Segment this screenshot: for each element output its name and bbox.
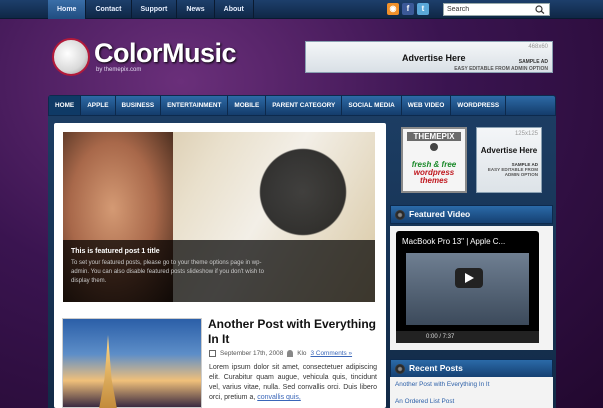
sidebar-ad-text: Advertise Here	[480, 146, 538, 155]
search-input[interactable]	[443, 3, 550, 16]
sidebar-ad-note: EASY EDITABLE FROM ADMIN OPTION	[487, 167, 538, 177]
rss-icon[interactable]: ◉	[387, 3, 399, 15]
ad-banner[interactable]: 468x60 Advertise Here SAMPLE AD EASY EDI…	[305, 41, 553, 73]
themepix-ad-line3: themes	[419, 176, 448, 185]
site-subtitle: by themepix.com	[96, 67, 142, 73]
post-meta: September 17th, 2008 Klo 3 Comments »	[209, 350, 352, 357]
recent-post-item[interactable]: Another Post with Everything In It	[395, 381, 490, 388]
video-controls[interactable]: 0:00 / 7:37	[396, 331, 539, 343]
top-nav-home[interactable]: Home	[48, 0, 87, 19]
featured-slider[interactable]: This is featured post 1 title To set you…	[63, 132, 375, 302]
wordpress-icon	[430, 143, 438, 151]
top-nav: Home Contact Support News About	[48, 0, 254, 19]
post-thumbnail[interactable]	[62, 318, 202, 408]
eiffel-tower-image	[99, 335, 117, 408]
speaker-icon	[395, 364, 405, 374]
featured-video-heading-text: Featured Video	[409, 209, 471, 219]
themepix-ad-brand: THEMEPIX	[407, 132, 461, 141]
nav-business[interactable]: BUSINESS	[116, 96, 162, 115]
top-nav-news[interactable]: News	[177, 0, 215, 19]
post-comments-link[interactable]: 3 Comments »	[311, 350, 353, 357]
sidebar-ad-size: 125x125	[514, 131, 538, 137]
nav-wordpress[interactable]: WORDPRESS	[451, 96, 507, 115]
featured-video-heading: Featured Video	[390, 205, 553, 224]
post-title[interactable]: Another Post with Everything In It	[208, 317, 378, 347]
post-author: Klo	[297, 350, 307, 357]
user-icon	[287, 350, 294, 357]
ad-banner-sample: SAMPLE AD	[518, 59, 548, 65]
sidebar-ad[interactable]: 125x125 Advertise Here SAMPLE AD EASY ED…	[476, 127, 542, 193]
play-icon[interactable]	[455, 268, 483, 288]
ad-banner-text: Advertise Here	[402, 53, 466, 63]
top-nav-support[interactable]: Support	[132, 0, 178, 19]
logo-icon[interactable]	[52, 38, 90, 76]
top-nav-contact[interactable]: Contact	[86, 0, 132, 19]
top-nav-about[interactable]: About	[215, 0, 254, 19]
post-excerpt-link[interactable]: convallis quis,	[257, 394, 301, 401]
slider-description: To set your featured posts, please go to…	[71, 260, 264, 284]
calendar-icon	[209, 350, 216, 357]
nav-parent-category[interactable]: PARENT CATEGORY	[266, 96, 343, 115]
nav-home[interactable]: HOME	[49, 96, 82, 115]
ad-banner-note: EASY EDITABLE FROM ADMIN OPTION	[454, 66, 548, 72]
recent-posts-list: Another Post with Everything In It An Or…	[395, 381, 490, 408]
video-player[interactable]: MacBook Pro 13" | Apple C... 0:00 / 7:37	[396, 231, 539, 343]
video-time: 0:00 / 7:37	[426, 334, 455, 340]
video-screen	[406, 253, 529, 325]
nav-entertainment[interactable]: ENTERTAINMENT	[161, 96, 229, 115]
site-title[interactable]: ColorMusic	[94, 38, 237, 69]
search-icon[interactable]	[535, 5, 545, 14]
main-nav: HOME APPLE BUSINESS ENTERTAINMENT MOBILE…	[48, 95, 556, 116]
slider-title[interactable]: This is featured post 1 title	[71, 248, 367, 255]
post-excerpt: Lorem ipsum dolor sit amet, consectetuer…	[209, 363, 377, 403]
twitter-icon[interactable]: t	[417, 3, 429, 15]
recent-posts-heading: Recent Posts	[390, 359, 553, 378]
nav-apple[interactable]: APPLE	[81, 96, 116, 115]
nav-social-media[interactable]: SOCIAL MEDIA	[342, 96, 402, 115]
social-icons: ◉ f t	[387, 3, 429, 15]
slider-caption: This is featured post 1 title To set you…	[63, 240, 375, 302]
facebook-icon[interactable]: f	[402, 3, 414, 15]
slider-art	[253, 142, 353, 242]
recent-posts-heading-text: Recent Posts	[409, 363, 463, 373]
recent-post-item[interactable]: An Ordered List Post	[395, 398, 490, 405]
ad-banner-size: 468x60	[528, 44, 548, 50]
nav-web-video[interactable]: WEB VIDEO	[402, 96, 452, 115]
themepix-ad[interactable]: THEMEPIX fresh & free wordpress themes	[401, 127, 467, 193]
video-title[interactable]: MacBook Pro 13" | Apple C...	[402, 237, 505, 246]
nav-mobile[interactable]: MOBILE	[228, 96, 267, 115]
post-date: September 17th, 2008	[220, 350, 284, 357]
speaker-icon	[395, 210, 405, 220]
